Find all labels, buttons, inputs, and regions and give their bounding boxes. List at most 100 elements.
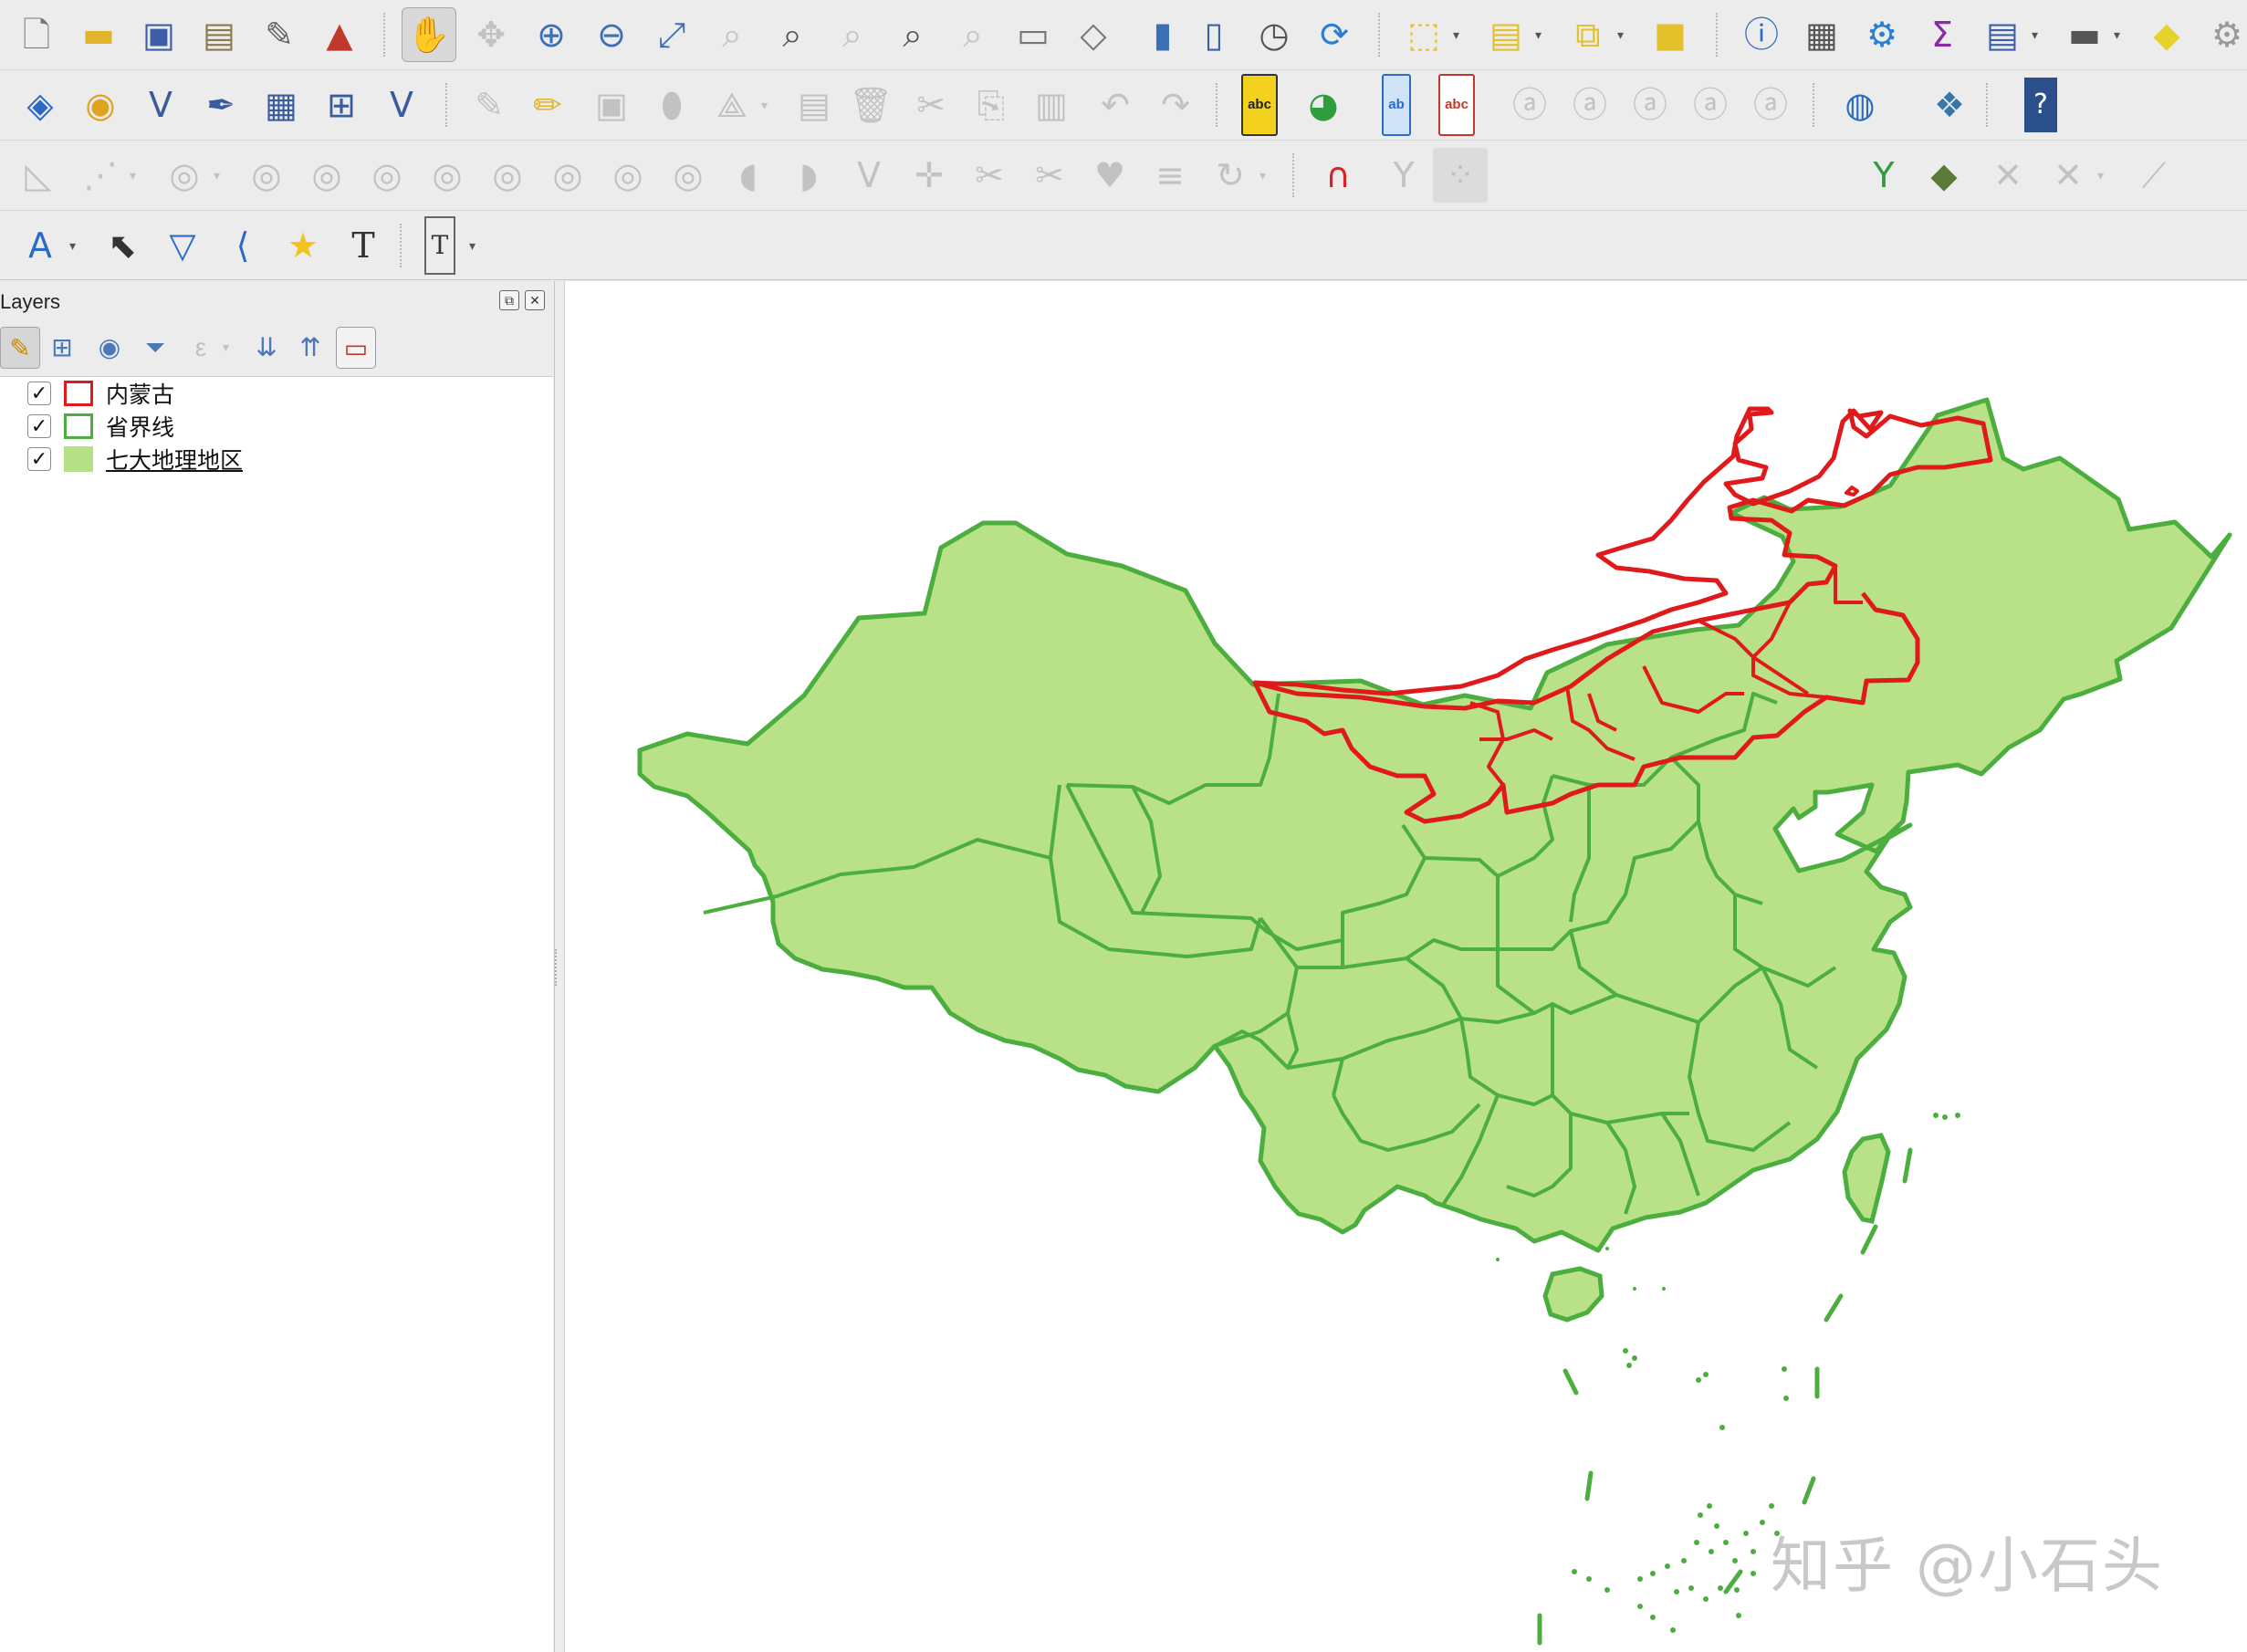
self-snapping-icon[interactable]: ⟋ [2127, 148, 2181, 203]
chevron-down-icon[interactable]: ▾ [1617, 27, 1634, 44]
create-text-annotation-icon[interactable]: T [336, 218, 391, 273]
offset-curve-icon[interactable]: ◎ [540, 148, 595, 203]
advanced-digitizing-icon[interactable]: ◺ [11, 148, 66, 203]
zoom-to-selection-icon[interactable]: ⌕ [705, 7, 759, 62]
paste-features-icon[interactable]: ▥ [1024, 78, 1079, 132]
layer-labeling-icon[interactable]: abc [1232, 74, 1287, 136]
zoom-to-layer-icon[interactable]: ⌕ [765, 7, 820, 62]
pan-to-selection-icon[interactable]: ✥ [464, 7, 518, 62]
select-features-icon[interactable]: ⬚ [1396, 7, 1451, 62]
collapse-all-icon[interactable]: ⇈ [290, 327, 330, 369]
identify-features-icon[interactable]: ⓘ [1734, 7, 1789, 62]
snap-layer-type-icon[interactable]: Y [1376, 148, 1431, 203]
chevron-down-icon[interactable]: ▾ [69, 238, 86, 255]
save-as-icon[interactable]: ▤ [192, 7, 246, 62]
folder-open-icon[interactable]: ▬ [71, 7, 126, 62]
add-part-icon[interactable]: ◎ [420, 148, 475, 203]
save-icon[interactable]: ▣ [131, 7, 186, 62]
create-marker-annotation-icon[interactable]: ★ [276, 218, 330, 273]
chevron-down-icon[interactable]: ▾ [2097, 168, 2114, 184]
tracing-icon[interactable]: ✕ [2041, 148, 2095, 203]
filter-legend-icon[interactable]: ⏷ [135, 327, 175, 369]
help-icon[interactable]: ? [2013, 78, 2068, 132]
move-label-icon[interactable]: ⓐ [1502, 78, 1557, 132]
layer-visibility-checkbox[interactable]: ✓ [27, 414, 51, 438]
float-panel-icon[interactable]: ⧉ [499, 290, 519, 310]
select-by-location-icon[interactable]: ■ [1643, 7, 1698, 62]
attribute-table-icon[interactable]: ▦ [1794, 7, 1849, 62]
refresh-icon[interactable]: ⟳ [1307, 7, 1362, 62]
reverse-line-icon[interactable]: ♥ [1082, 148, 1137, 203]
modify-attributes-icon[interactable]: ▤ [787, 78, 841, 132]
align-icon[interactable]: ≡ [1143, 148, 1197, 203]
text-annotation-balloon-icon[interactable]: T [413, 216, 467, 275]
select-by-value-icon[interactable]: ▤ [1479, 7, 1533, 62]
temporal-controller-icon[interactable]: ◷ [1247, 7, 1301, 62]
new-bookmark-icon[interactable]: ▮ [1135, 7, 1190, 62]
select-annotation-icon[interactable]: ⬉ [95, 218, 150, 273]
zoom-full-icon[interactable]: ⤢ [644, 7, 699, 62]
chevron-down-icon[interactable]: ▾ [223, 340, 239, 356]
create-line-annotation-icon[interactable]: ⟨ [215, 218, 270, 273]
settings-gear-icon[interactable]: ⚙ [2200, 7, 2247, 62]
close-icon[interactable]: ✕ [525, 290, 545, 310]
map-tips-icon[interactable]: ◆ [2139, 7, 2194, 62]
zoom-in-icon[interactable]: ⊕ [524, 7, 579, 62]
chevron-down-icon[interactable]: ▾ [2032, 27, 2048, 44]
layer-item[interactable]: ✓ 内蒙古 [27, 377, 174, 410]
data-source-manager-icon[interactable]: ◈ [13, 78, 68, 132]
chevron-down-icon[interactable]: ▾ [1535, 27, 1552, 44]
toggle-editing-pencil-icon[interactable]: ✏ [520, 78, 575, 132]
pan-hand-icon[interactable]: ✋ [402, 7, 456, 62]
statistics-sigma-icon[interactable]: Σ [1915, 7, 1970, 62]
topological-editing-icon[interactable]: Y [1856, 148, 1911, 203]
rotate-point-symbols-icon[interactable]: ↻ [1203, 148, 1258, 203]
cut-features-icon[interactable]: ✂ [904, 78, 958, 132]
new-map-view-icon[interactable]: ▭ [1006, 7, 1061, 62]
layer-visibility-checkbox[interactable]: ✓ [27, 382, 51, 405]
vertex-icon[interactable]: V [841, 148, 896, 203]
split-features-icon[interactable]: ◎ [661, 148, 716, 203]
chevron-down-icon[interactable]: ▾ [761, 98, 778, 114]
delete-ring-icon[interactable]: ◎ [299, 148, 354, 203]
show-bookmarks-icon[interactable]: ▯ [1186, 7, 1241, 62]
label-properties-icon[interactable]: ⓐ [1743, 78, 1798, 132]
add-virtual-layer-icon[interactable]: V [374, 78, 429, 132]
map-canvas[interactable] [564, 281, 2247, 1652]
add-feature-icon[interactable]: ⬮ [644, 78, 699, 132]
chevron-down-icon[interactable]: ▾ [214, 168, 230, 184]
delete-selected-icon[interactable]: 🗑 [843, 78, 898, 132]
new-scratch-layer-icon[interactable]: ✒ [193, 78, 248, 132]
chevron-down-icon[interactable]: ▾ [469, 238, 486, 255]
rotate-feature-icon[interactable]: ◗ [781, 148, 836, 203]
layer-visibility-checkbox[interactable]: ✓ [27, 447, 51, 471]
add-mesh-icon[interactable]: ⊞ [314, 78, 369, 132]
copy-features-icon[interactable]: ⎘ [964, 78, 1019, 132]
print-layout-icon[interactable]: ✎ [252, 7, 307, 62]
style-brush-icon[interactable]: ✎ [0, 327, 40, 369]
move-feature-icon[interactable]: ✛ [902, 148, 956, 203]
avoid-overlap-icon[interactable]: ◆ [1917, 148, 1971, 203]
magnet-snapping-icon[interactable]: ∩ [1311, 148, 1365, 203]
redo-icon[interactable]: ↷ [1148, 78, 1203, 132]
style-manager-icon[interactable]: ▲ [312, 7, 367, 62]
panel-splitter-handle[interactable] [555, 949, 560, 986]
chevron-down-icon[interactable]: ▾ [130, 168, 146, 184]
trim-extend-icon[interactable]: ✂ [1022, 148, 1077, 203]
delete-part-icon[interactable]: ◎ [360, 148, 414, 203]
web-globe-icon[interactable]: ◍ [1833, 78, 1887, 132]
open-field-calculator-icon[interactable]: ▤ [1975, 7, 2030, 62]
text-annotation-icon[interactable]: A [13, 218, 68, 273]
add-group-icon[interactable]: ⊞ [42, 327, 82, 369]
filter-expression-icon[interactable]: ε [181, 327, 221, 369]
zoom-last-icon[interactable]: ⌕ [885, 7, 940, 62]
simplify-icon[interactable]: ◎ [601, 148, 655, 203]
reshape-icon[interactable]: ◎ [480, 148, 535, 203]
rotate-label-icon[interactable]: ⓐ [1623, 78, 1677, 132]
chevron-down-icon[interactable]: ▾ [1453, 27, 1469, 44]
undo-icon[interactable]: ↶ [1088, 78, 1143, 132]
digitize-line-icon[interactable]: ⋰ [73, 148, 128, 203]
visibility-eye-icon[interactable]: ◉ [89, 327, 130, 369]
show-hide-labels-icon[interactable]: ⓐ [1562, 78, 1617, 132]
diagram-options-icon[interactable]: ◕ [1296, 78, 1351, 132]
